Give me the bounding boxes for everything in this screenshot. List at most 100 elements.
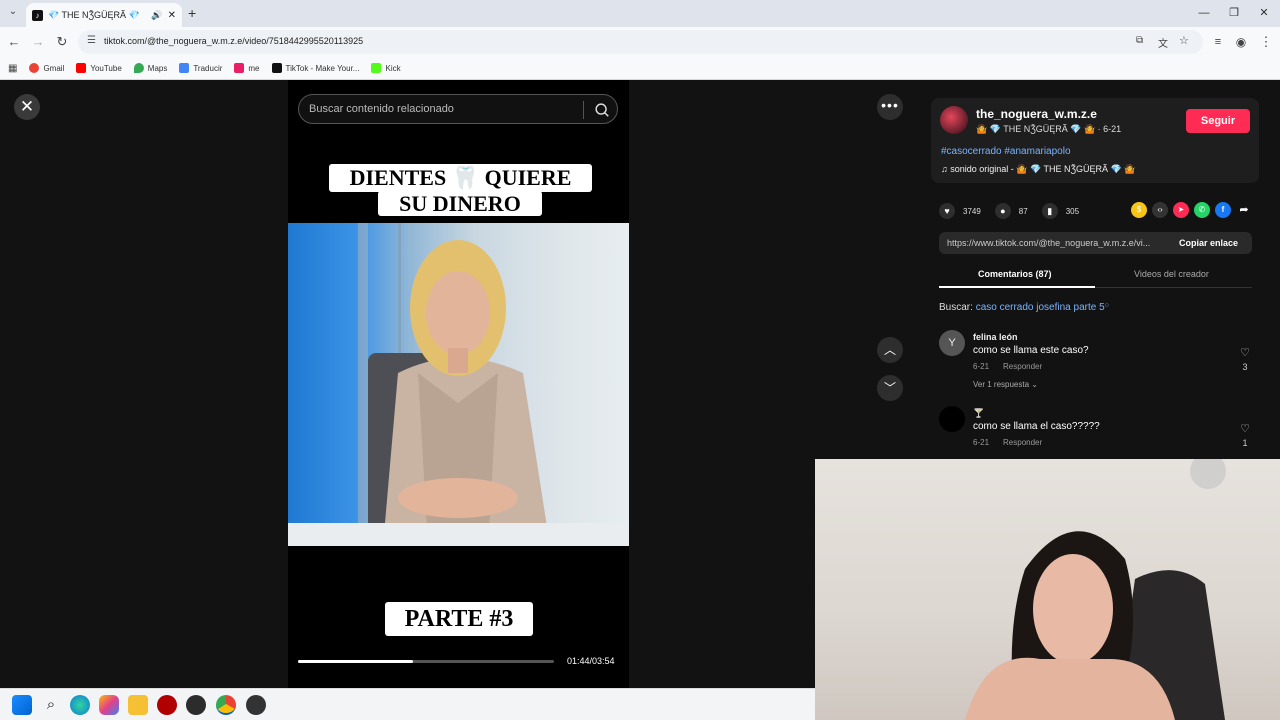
embed-icon[interactable]: ‹› bbox=[1152, 202, 1168, 218]
bookmark-icon[interactable]: ▮ bbox=[1041, 203, 1058, 219]
comment-author[interactable]: 🍸 bbox=[973, 408, 984, 419]
progress-fill bbox=[298, 660, 414, 663]
creator-card: the_noguera_w.m.z.e 🤷 💎 THE NǮGÜĘRÃ 💎 🤷 … bbox=[931, 98, 1259, 183]
audio-icon[interactable]: 🔊 bbox=[151, 10, 162, 21]
close-video-button[interactable]: ✕ bbox=[14, 94, 40, 120]
bookmarks-bar: ▦ Gmail YouTube Maps Traducir me TikTok … bbox=[0, 57, 1280, 80]
send-icon[interactable]: ➤ bbox=[1173, 202, 1189, 218]
browser-toolbar: ← → ↻ ☰ tiktok.com/@the_noguera_w.m.z.e/… bbox=[0, 27, 1280, 57]
app-red-icon[interactable] bbox=[157, 695, 177, 715]
media-control-icon[interactable]: ≡ bbox=[1210, 34, 1226, 50]
follow-button[interactable]: Seguir bbox=[1186, 109, 1250, 133]
tab-comments[interactable]: Comentarios (87) bbox=[978, 269, 1052, 279]
windows-start-icon[interactable] bbox=[12, 695, 32, 715]
whatsapp-icon[interactable]: ✆ bbox=[1194, 202, 1210, 218]
tab-creator-videos[interactable]: Videos del creador bbox=[1134, 269, 1209, 279]
chrome-icon[interactable] bbox=[216, 695, 236, 715]
address-bar[interactable]: ☰ tiktok.com/@the_noguera_w.m.z.e/video/… bbox=[78, 30, 1203, 54]
edge-icon[interactable] bbox=[70, 695, 90, 715]
menu-icon[interactable]: ⋮ bbox=[1258, 34, 1274, 50]
hashtags[interactable]: #casocerrado #anamariapolo bbox=[941, 146, 1071, 157]
reply-button[interactable]: Responder bbox=[1003, 362, 1042, 371]
engagement-stats: ♥ 3749 ● 87 ▮ 305 bbox=[939, 202, 1079, 220]
search-icon[interactable] bbox=[593, 101, 611, 119]
comment-item: 🍸 como se llama el caso????? 6-21 Respond… bbox=[939, 406, 1259, 456]
tab-title: 💎 THE NǮGÜĘRÃ 💎 bbox=[48, 9, 140, 20]
comment-like-icon[interactable]: ♡ bbox=[1239, 346, 1251, 359]
search-placeholder: Buscar contenido relacionado bbox=[309, 103, 454, 115]
comment-like-count: 1 bbox=[1242, 438, 1248, 448]
tab-search-icon[interactable]: ⌄ bbox=[6, 6, 20, 20]
tab-close-icon[interactable]: ✕ bbox=[168, 10, 176, 21]
comment-author[interactable]: felina león bbox=[973, 332, 1018, 342]
comment-like-icon[interactable]: ♡ bbox=[1239, 422, 1251, 435]
bookmark-gmail[interactable]: Gmail bbox=[29, 63, 64, 73]
bookmark-youtube[interactable]: YouTube bbox=[76, 63, 122, 73]
new-tab-button[interactable]: + bbox=[188, 5, 196, 21]
bookmark-me[interactable]: me bbox=[234, 63, 260, 73]
forward-button[interactable]: → bbox=[30, 34, 46, 50]
heart-icon[interactable]: ♥ bbox=[939, 203, 955, 219]
app-badge-icon[interactable] bbox=[246, 695, 266, 715]
previous-video-button[interactable]: ︿ bbox=[877, 337, 903, 363]
comment-avatar[interactable]: Y bbox=[939, 330, 965, 356]
bookmark-star-icon[interactable]: ☆ bbox=[1179, 34, 1189, 47]
creator-username[interactable]: the_noguera_w.m.z.e bbox=[976, 107, 1097, 121]
youtube-icon bbox=[76, 63, 87, 73]
site-info-icon[interactable]: ☰ bbox=[87, 35, 96, 46]
creator-avatar[interactable] bbox=[940, 106, 968, 134]
video-frame bbox=[288, 223, 629, 546]
more-options-button[interactable]: ••• bbox=[877, 94, 903, 120]
comment-avatar[interactable] bbox=[939, 406, 965, 432]
minimize-button[interactable]: — bbox=[1196, 5, 1212, 21]
reload-button[interactable]: ↻ bbox=[54, 34, 70, 50]
profile-icon[interactable]: ◉ bbox=[1233, 34, 1249, 50]
search-icon[interactable]: ⌕ bbox=[41, 695, 61, 715]
restore-button[interactable]: ❐ bbox=[1226, 5, 1242, 21]
search-suggestion-icon: ○ bbox=[1104, 302, 1109, 309]
browser-tabstrip: ⌄ ♪ 💎 THE NǮGÜĘRÃ 💎 🔊 ✕ + — ❐ ✕ bbox=[0, 0, 1280, 27]
video-progress-bar[interactable] bbox=[298, 660, 554, 663]
copy-link-button[interactable]: Copiar enlace bbox=[1179, 238, 1238, 248]
reply-button[interactable]: Responder bbox=[1003, 438, 1042, 447]
install-app-icon[interactable]: ⧉ bbox=[1136, 35, 1143, 46]
apps-icon[interactable]: ▦ bbox=[8, 63, 17, 74]
search-prefix: Buscar: bbox=[939, 302, 973, 313]
translate-icon bbox=[179, 63, 190, 73]
file-explorer-icon[interactable] bbox=[128, 695, 148, 715]
app-dark-icon[interactable] bbox=[186, 695, 206, 715]
windows-taskbar: ⌕ bbox=[0, 688, 815, 720]
search-suggestion[interactable]: Buscar: caso cerrado josefina parte 5○ bbox=[939, 302, 1109, 313]
video-player[interactable]: Buscar contenido relacionado DIENTES 🦷 Q… bbox=[288, 80, 629, 688]
comment-meta: 6-21 Responder bbox=[973, 362, 1043, 371]
share-arrow-icon[interactable]: ➦ bbox=[1236, 202, 1252, 218]
related-search-input[interactable]: Buscar contenido relacionado bbox=[298, 94, 618, 124]
webcam-person-illustration bbox=[965, 459, 1226, 720]
view-replies-button[interactable]: Ver 1 respuesta ⌄ bbox=[973, 380, 1038, 389]
browser-tab[interactable]: ♪ 💎 THE NǮGÜĘRÃ 💎 🔊 ✕ bbox=[26, 3, 182, 27]
caption-bottom: PARTE #3 bbox=[385, 602, 533, 636]
translate-icon[interactable]: 文 bbox=[1158, 35, 1168, 50]
next-video-button[interactable]: ﹀ bbox=[877, 375, 903, 401]
bookmark-kick[interactable]: Kick bbox=[371, 63, 401, 73]
sound-link[interactable]: ♫ sonido original - 🤷 💎 THE NǮGÜĘRÃ 💎 🤷 bbox=[941, 164, 1135, 175]
share-buttons: $ ‹› ➤ ✆ f ➦ bbox=[1131, 202, 1252, 218]
caption-top-2: SU DINERO bbox=[378, 191, 542, 216]
comment-icon[interactable]: ● bbox=[994, 203, 1011, 219]
comments-count: 87 bbox=[1018, 206, 1028, 216]
maps-icon bbox=[133, 63, 144, 73]
bookmark-tiktok[interactable]: TikTok - Make Your... bbox=[271, 63, 359, 73]
close-window-button[interactable]: ✕ bbox=[1256, 5, 1272, 21]
search-term[interactable]: caso cerrado josefina parte 5 bbox=[976, 302, 1105, 313]
back-button[interactable]: ← bbox=[6, 34, 22, 50]
bookmark-maps[interactable]: Maps bbox=[133, 63, 167, 73]
active-tab-indicator bbox=[939, 286, 1095, 288]
tiktok-icon bbox=[271, 63, 282, 73]
coin-icon[interactable]: $ bbox=[1131, 202, 1147, 218]
comment-item: Y felina león como se llama este caso? 6… bbox=[939, 330, 1259, 396]
copilot-icon[interactable] bbox=[99, 695, 119, 715]
creator-subline: 🤷 💎 THE NǮGÜĘRÃ 💎 🤷 · 6-21 bbox=[976, 124, 1122, 134]
facebook-icon[interactable]: f bbox=[1215, 202, 1231, 218]
bookmark-traducir[interactable]: Traducir bbox=[179, 63, 222, 73]
copy-link-box: https://www.tiktok.com/@the_noguera_w.m.… bbox=[939, 232, 1252, 254]
